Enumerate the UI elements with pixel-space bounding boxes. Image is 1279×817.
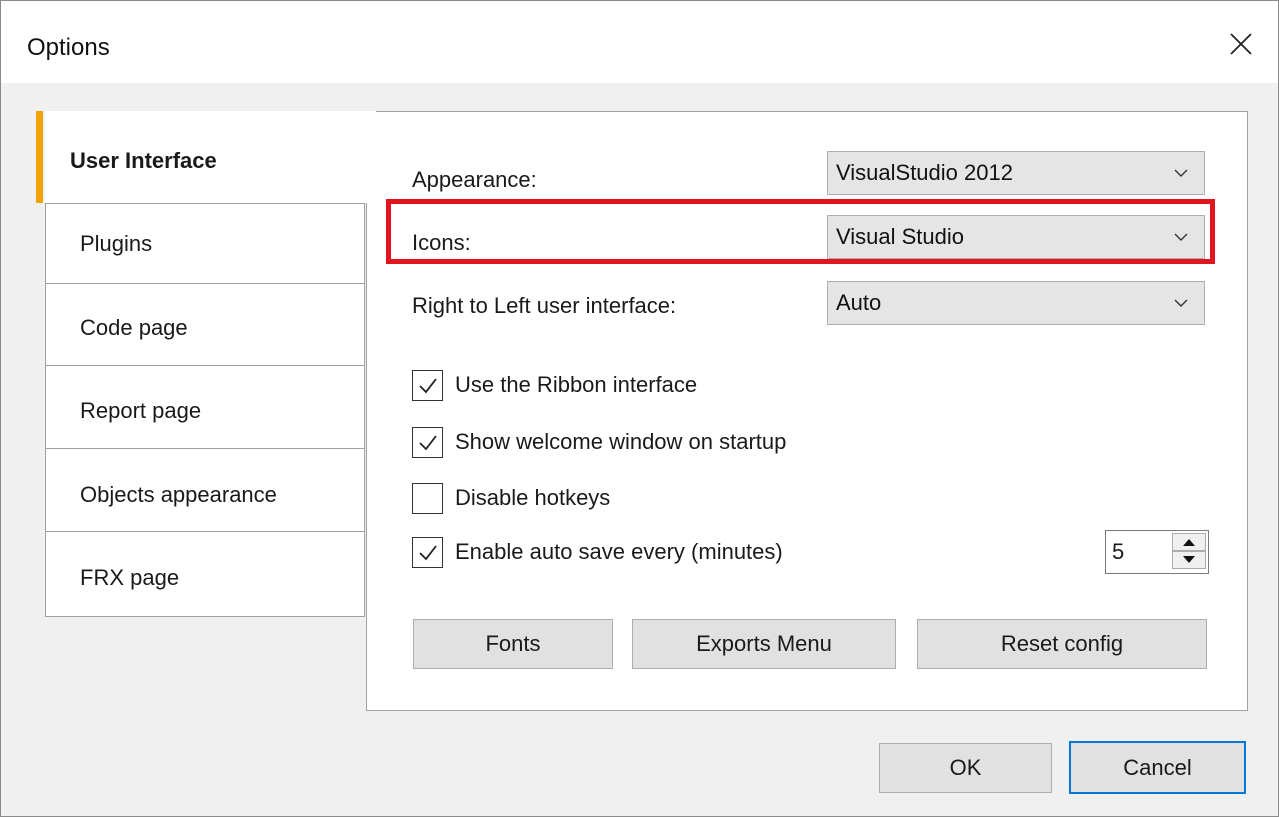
tab-label: FRX page	[80, 565, 180, 590]
tab-label: Objects appearance	[80, 482, 277, 507]
auto-save-minutes-value[interactable]: 5	[1112, 539, 1124, 565]
chevron-down-icon	[1174, 233, 1188, 241]
checkbox-box[interactable]	[412, 537, 443, 568]
checkbox-box[interactable]	[412, 483, 443, 514]
tab-user-interface[interactable]: User Interface	[36, 111, 376, 203]
reset-config-button[interactable]: Reset config	[917, 619, 1207, 669]
tab-code-page[interactable]: Code page	[45, 283, 365, 367]
window-title: Options	[27, 34, 110, 61]
spin-up-button[interactable]	[1172, 533, 1206, 551]
checkbox-label: Enable auto save every (minutes)	[455, 539, 783, 564]
close-icon	[1230, 33, 1252, 55]
appearance-select[interactable]: VisualStudio 2012	[827, 151, 1205, 195]
exports-menu-button[interactable]: Exports Menu	[632, 619, 896, 669]
cancel-button[interactable]: Cancel	[1069, 741, 1246, 794]
checkbox-box[interactable]	[412, 427, 443, 458]
spin-down-button[interactable]	[1172, 551, 1206, 569]
triangle-up-icon	[1183, 539, 1195, 546]
appearance-value: VisualStudio 2012	[836, 160, 1013, 185]
tab-report-page[interactable]: Report page	[45, 365, 365, 450]
chevron-down-icon	[1174, 169, 1188, 177]
spinner-buttons	[1172, 533, 1206, 571]
icons-value: Visual Studio	[836, 224, 965, 249]
tab-objects-appearance[interactable]: Objects appearance	[45, 448, 365, 533]
checkmark-icon	[418, 434, 437, 450]
tab-plugins[interactable]: Plugins	[45, 203, 365, 285]
rtl-value: Auto	[836, 290, 882, 315]
chevron-down-icon	[1174, 299, 1188, 307]
fonts-button[interactable]: Fonts	[413, 619, 613, 669]
auto-save-minutes-spinner[interactable]: 5	[1105, 530, 1209, 574]
title-bar: Options	[1, 1, 1278, 83]
tab-label: User Interface	[70, 148, 217, 173]
ok-button[interactable]: OK	[879, 743, 1052, 793]
checkmark-icon	[418, 377, 437, 393]
appearance-label: Appearance:	[412, 167, 537, 192]
icons-label: Icons:	[412, 230, 471, 255]
tab-label: Plugins	[80, 231, 153, 256]
checkmark-icon	[418, 544, 437, 560]
icons-select[interactable]: Visual Studio	[827, 215, 1205, 259]
triangle-down-icon	[1183, 556, 1195, 563]
checkbox-label: Disable hotkeys	[455, 485, 611, 510]
tab-label: Report page	[80, 398, 202, 423]
tab-frx-page[interactable]: FRX page	[45, 531, 365, 617]
tab-label: Code page	[80, 315, 188, 340]
rtl-select[interactable]: Auto	[827, 281, 1205, 325]
checkbox-label: Use the Ribbon interface	[455, 372, 698, 397]
checkbox-label: Show welcome window on startup	[455, 429, 787, 454]
rtl-label: Right to Left user interface:	[412, 293, 677, 318]
close-button[interactable]	[1224, 27, 1258, 61]
active-tab-indicator	[36, 111, 43, 203]
checkbox-box[interactable]	[412, 370, 443, 401]
